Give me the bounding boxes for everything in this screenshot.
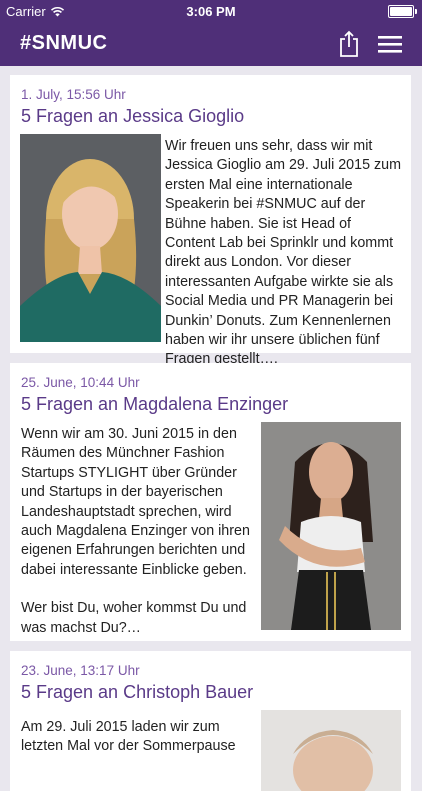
post-title[interactable]: 5 Fragen an Christoph Bauer xyxy=(21,682,253,703)
portrait-photo xyxy=(261,710,401,791)
portrait-photo xyxy=(20,134,161,342)
news-card[interactable]: 25. June, 10:44 Uhr 5 Fragen an Magdalen… xyxy=(10,363,411,641)
post-excerpt: Wenn wir am 30. Juni 2015 in den Räumen … xyxy=(21,425,257,638)
battery-icon xyxy=(388,5,417,18)
post-excerpt: Am 29. Juli 2015 laden wir zum letzten M… xyxy=(21,719,236,755)
clock: 3:06 PM xyxy=(186,4,236,19)
post-excerpt-paragraph: Wenn wir am 30. Juni 2015 in den Räumen … xyxy=(21,426,250,578)
share-icon[interactable] xyxy=(338,30,360,58)
post-excerpt: Wir freuen uns sehr, dass wir mit Jessic… xyxy=(165,138,402,368)
post-date: 1. July, 15:56 Uhr xyxy=(21,87,126,102)
post-title[interactable]: 5 Fragen an Jessica Gioglio xyxy=(21,106,244,127)
post-date: 23. June, 13:17 Uhr xyxy=(21,663,140,678)
menu-icon[interactable] xyxy=(378,33,402,55)
navigation-bar: #SNMUC xyxy=(0,22,422,66)
post-excerpt-question: Wer bist Du, woher kommst Du und was mac… xyxy=(21,600,247,636)
app-title: #SNMUC xyxy=(20,32,108,54)
status-bar: Carrier 3:06 PM xyxy=(0,0,422,22)
news-card[interactable]: 1. July, 15:56 Uhr 5 Fragen an Jessica G… xyxy=(10,75,411,367)
news-card[interactable]: 23. June, 13:17 Uhr 5 Fragen an Christop… xyxy=(10,651,411,791)
post-date: 25. June, 10:44 Uhr xyxy=(21,375,140,390)
portrait-photo xyxy=(261,422,401,630)
post-title[interactable]: 5 Fragen an Magdalena Enzinger xyxy=(21,394,288,415)
